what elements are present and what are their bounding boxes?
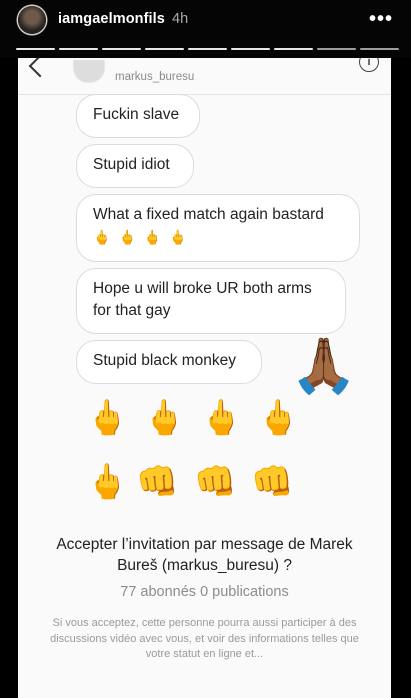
progress-segment bbox=[188, 48, 227, 50]
message-bubble: Fuckin slave bbox=[76, 94, 200, 138]
message-text: Hope u will broke UR both arms for that … bbox=[93, 280, 312, 319]
fist-emoji: 👊 bbox=[251, 463, 294, 501]
progress-segment bbox=[59, 48, 98, 50]
middle-finger-emoji: 🖕 bbox=[143, 229, 162, 245]
middle-finger-emoji: 🖕 bbox=[257, 399, 300, 437]
contact-avatar[interactable] bbox=[73, 60, 105, 83]
invite-title: Accepter l’invitation par message de Mar… bbox=[56, 536, 353, 574]
progress-segment bbox=[274, 48, 313, 50]
message-bubble: Stupid idiot bbox=[76, 144, 194, 188]
invite-description: Si vous acceptez, cette personne pourra … bbox=[50, 617, 359, 660]
message-bubble: What a fixed match again bastard 🖕 🖕 🖕 🖕 bbox=[76, 194, 360, 262]
middle-finger-emoji: 🖕 bbox=[86, 463, 129, 501]
middle-finger-emoji: 🖕 bbox=[200, 399, 243, 437]
praying-hands-emoji: 🙏🏾 bbox=[290, 336, 358, 396]
message-request-section: Accepter l’invitation par message de Mar… bbox=[18, 534, 391, 663]
message-bubble: Hope u will broke UR both arms for that … bbox=[76, 268, 346, 334]
story-progress-bar bbox=[16, 48, 399, 51]
avatar[interactable] bbox=[18, 6, 46, 34]
contact-handle[interactable]: markus_buresu bbox=[115, 71, 194, 83]
dm-screenshot: markus_buresu i Fuckin slave Stupid idio… bbox=[18, 58, 391, 698]
middle-finger-emoji: 🖕 bbox=[169, 229, 187, 245]
more-options-icon[interactable]: ••• bbox=[369, 9, 393, 29]
message-text: What a fixed match again bastard bbox=[93, 206, 324, 223]
fist-emoji: 👊 bbox=[136, 463, 179, 501]
progress-segment bbox=[102, 48, 141, 50]
story-timestamp: 4h bbox=[172, 11, 189, 27]
story-username[interactable]: iamgaelmonfils bbox=[58, 11, 165, 27]
profile-stats: 77 abonnés 0 publications bbox=[120, 584, 289, 600]
fist-emoji: 👊 bbox=[194, 463, 237, 501]
progress-segment bbox=[317, 48, 356, 50]
middle-finger-emoji: 🖕 bbox=[93, 229, 111, 245]
progress-segment bbox=[145, 48, 184, 50]
message-text: Stupid idiot bbox=[93, 156, 170, 173]
progress-segment bbox=[231, 48, 270, 50]
message-bubble: Stupid black monkey bbox=[76, 340, 262, 384]
middle-finger-emoji: 🖕 bbox=[143, 399, 186, 437]
message-text: Stupid black monkey bbox=[93, 352, 237, 369]
back-chevron-icon[interactable] bbox=[28, 58, 52, 78]
progress-segment bbox=[360, 48, 399, 50]
message-text: Fuckin slave bbox=[93, 106, 180, 123]
progress-segment bbox=[16, 48, 55, 50]
middle-finger-emoji: 🖕 bbox=[86, 399, 129, 437]
story-header: iamgaelmonfils 4h ••• bbox=[0, 0, 411, 58]
dm-header: markus_buresu i bbox=[18, 58, 391, 95]
middle-finger-emoji-row: 🖕 🖕 🖕 🖕 bbox=[93, 229, 343, 245]
middle-finger-emoji: 🖕 bbox=[118, 229, 136, 245]
info-icon[interactable]: i bbox=[359, 58, 379, 72]
